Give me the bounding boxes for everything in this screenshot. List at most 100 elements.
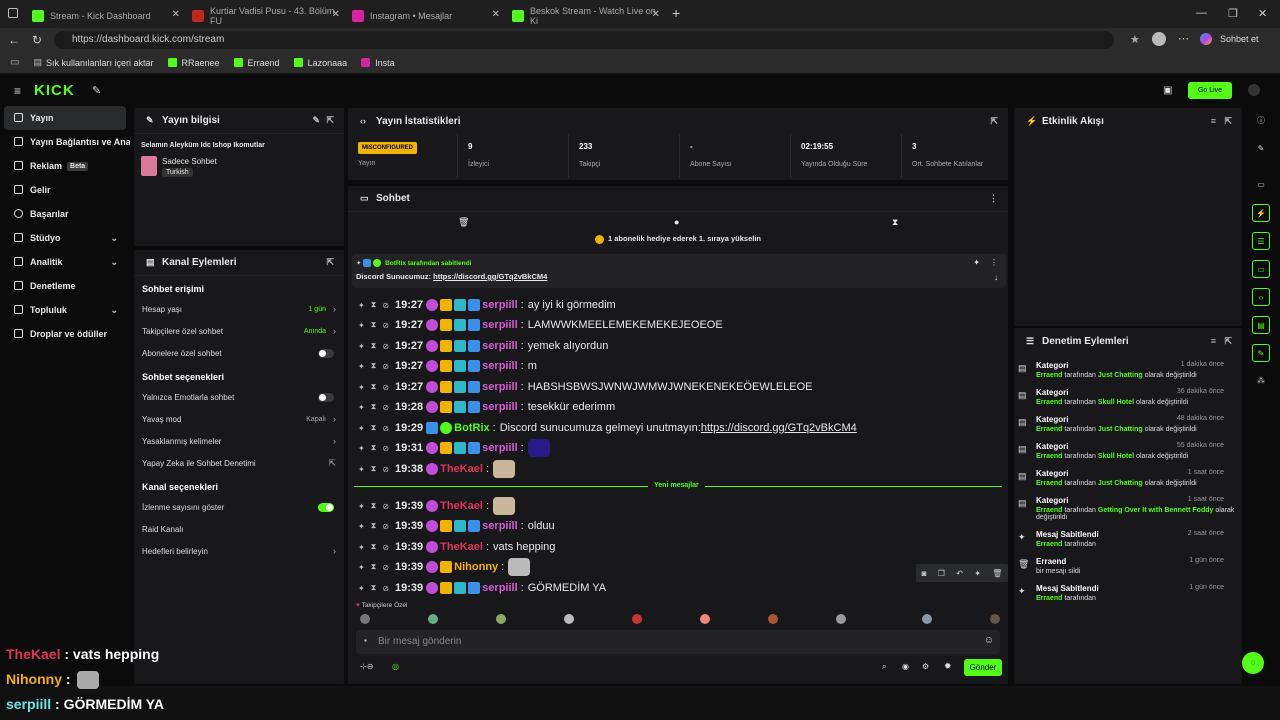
emote-image[interactable] [493,460,516,478]
close-tab-icon[interactable]: ✕ [332,9,340,20]
close-tab-icon[interactable]: ✕ [652,9,660,20]
mod-action-item[interactable]: ▤ Kategori Erraend tarafından Skull Hotel … [1018,388,1238,406]
new-tab-icon[interactable]: + [672,5,680,21]
timeout-icon[interactable]: ⧗ [371,423,377,433]
avatar[interactable] [922,614,932,624]
send-button[interactable]: Gönder [964,659,1002,676]
pin-icon[interactable]: ✦ [358,342,365,351]
monitor-icon[interactable]: ▭ [1252,176,1270,194]
chat-message[interactable]: ✦ ⧗ ⊘ 19:39 TheKael: [358,497,516,515]
pencil-icon[interactable]: ✎ [312,115,320,126]
popout-icon[interactable]: ⇱ [990,116,998,127]
message-username[interactable]: TheKael [440,500,483,512]
chat-icon[interactable]: ▭ [1252,260,1270,278]
go-live-button[interactable]: Go Live [1188,82,1232,99]
bookmarks-toggle-icon[interactable]: ▭ [10,57,19,68]
mod-action-item[interactable]: ✦ Mesaj Sabitlendi Erraend tarafından 2 saa… [1018,530,1238,548]
subscribers-only-toggle[interactable] [318,348,334,358]
close-tab-icon[interactable]: ✕ [492,9,500,20]
timeout-icon[interactable]: ⧗ [371,402,377,412]
timeout-icon[interactable]: ⧗ [371,341,377,351]
chat-message[interactable]: ✦ ⧗ ⊘ 19:29 BotRix: Discord sunucumuza gelmey… [358,419,857,437]
popout-icon[interactable]: ⇱ [326,257,334,268]
browser-tab-1[interactable]: Stream - Kick Dashboard ✕ [26,4,184,28]
gear-icon[interactable]: ⚙ [922,662,929,671]
ban-icon[interactable]: ⊘ [382,321,389,330]
user-card-icon[interactable]: ◙ [922,569,927,578]
chat-message[interactable]: ✦ ⧗ ⊘ 19:39 serpiill: olduu [358,517,555,535]
expand-icon[interactable]: ↓ [994,273,998,282]
message-username[interactable]: TheKael [440,541,483,553]
browser-tab-2[interactable]: Kurtiar Vadisi Pusu - 43. Bölüm FU ✕ [186,4,344,28]
code-icon[interactable]: ‹› [1252,288,1270,306]
chat-message[interactable]: ✦ ⧗ ⊘ 19:39 Nihonny: [358,558,531,576]
avatar[interactable] [360,614,370,624]
delete-icon[interactable]: 🗑 [992,569,1002,578]
timeout-icon[interactable]: ⧗ [371,521,377,531]
pin-icon[interactable]: ✦ [358,362,365,371]
hourglass-icon[interactable]: ⧗ [892,217,898,228]
ban-icon[interactable]: ⊘ [382,584,389,593]
sidebar-item-stream-key[interactable]: Yayın Bağlantısı ve Anahtarı [0,130,130,154]
more-icon[interactable]: ⋯ [1178,32,1189,45]
account-age-row[interactable]: Hesap yaşı 1 gün › [134,298,344,320]
ban-icon[interactable]: ⊘ [382,563,389,572]
pin-icon[interactable]: ✦ [358,522,365,531]
ban-icon[interactable]: ⊘ [382,301,389,310]
message-username[interactable]: BotRix [454,422,489,434]
connect-icon[interactable]: ⊹⊖ [360,662,373,671]
chat-message[interactable]: ✦ ⧗ ⊘ 19:28 serpiill: tesekkür ederimm [358,398,615,416]
message-username[interactable]: serpiill [482,442,517,454]
timeout-icon[interactable]: ⧗ [371,361,377,371]
pencil-icon[interactable]: ✎ [1252,140,1270,158]
pin-icon[interactable]: ✦ [358,424,365,433]
message-username[interactable]: Nihonny [454,561,498,573]
browser-tab-4[interactable]: Beskok Stream - Watch Live on Ki ✕ [506,4,664,28]
mod-action-item[interactable]: ✦ Mesaj Sabitlendi Erraend tarafından 1 gün… [1018,584,1238,602]
unpin-icon[interactable]: ✦ [973,258,980,267]
timeout-icon[interactable]: ⧗ [371,583,377,593]
pin-icon[interactable]: ✦ [974,569,981,578]
chat-bubble-icon[interactable]: ● [674,217,679,227]
message-username[interactable]: serpiill [482,299,517,311]
chat-message[interactable]: ✦ ⧗ ⊘ 19:38 TheKael: [358,460,516,478]
pin-icon[interactable]: ✦ [358,465,365,474]
url-input[interactable]: https://dashboard.kick.com/stream [54,31,1114,49]
avatar[interactable] [700,614,710,624]
refresh-icon[interactable]: ↻ [32,33,42,47]
filter-icon[interactable]: ≡ [1211,116,1216,126]
timeout-icon[interactable]: ⧗ [371,562,377,572]
maximize-icon[interactable]: ❐ [1228,7,1238,20]
sidebar-item-reklam[interactable]: Reklam Beta [0,154,130,178]
close-window-icon[interactable]: ✕ [1258,7,1267,20]
trash-icon[interactable]: 🗑 [458,217,469,228]
chat-message[interactable]: ✦ ⧗ ⊘ 19:39 serpiill: GÖRMEDİM YA [358,579,606,597]
settings-icon[interactable]: ✹ [944,661,952,672]
bookmark-erraend[interactable]: Erraend [233,58,280,68]
bolt-icon[interactable]: ⚡ [1252,204,1270,222]
popout-icon[interactable]: ⇱ [1224,336,1232,347]
close-tab-icon[interactable]: ✕ [172,9,180,20]
menu-icon[interactable]: ≡ [14,84,21,98]
popout-icon[interactable]: ⇱ [1224,116,1232,127]
sidebar-item-analitik[interactable]: Analitik ⌄ [0,250,130,274]
mod-action-item[interactable]: ▤ Kategori Erraend tarafından Getting Over… [1018,496,1238,521]
support-chat-button[interactable]: ◌ [1242,652,1264,674]
pin-icon[interactable]: ✦ [358,403,365,412]
mod-action-item[interactable]: ▤ Kategori Erraend tarafından Just Chattin… [1018,361,1238,379]
list-icon[interactable]: ☰ [1252,232,1270,250]
avatar[interactable] [496,614,506,624]
timeout-icon[interactable]: ⧗ [371,501,377,511]
chat-message[interactable]: ✦ ⧗ ⊘ 19:27 serpiill: yemek alıyordun [358,337,608,355]
pin-icon[interactable]: ✦ [358,301,365,310]
message-username[interactable]: serpiill [482,360,517,372]
copilot-chat-button[interactable]: Sohbet et [1220,34,1259,44]
pin-icon[interactable]: ✦ [358,502,365,511]
ban-icon[interactable]: ⊘ [382,465,389,474]
pin-icon[interactable]: ✦ [358,563,365,572]
bookmark-lazonaaa[interactable]: Lazonaaa [293,58,347,68]
profile-avatar[interactable] [1152,32,1166,46]
message-username[interactable]: serpiill [482,381,517,393]
bookmark-insta[interactable]: Insta [361,58,395,68]
pin-icon[interactable]: ✦ [358,543,365,552]
